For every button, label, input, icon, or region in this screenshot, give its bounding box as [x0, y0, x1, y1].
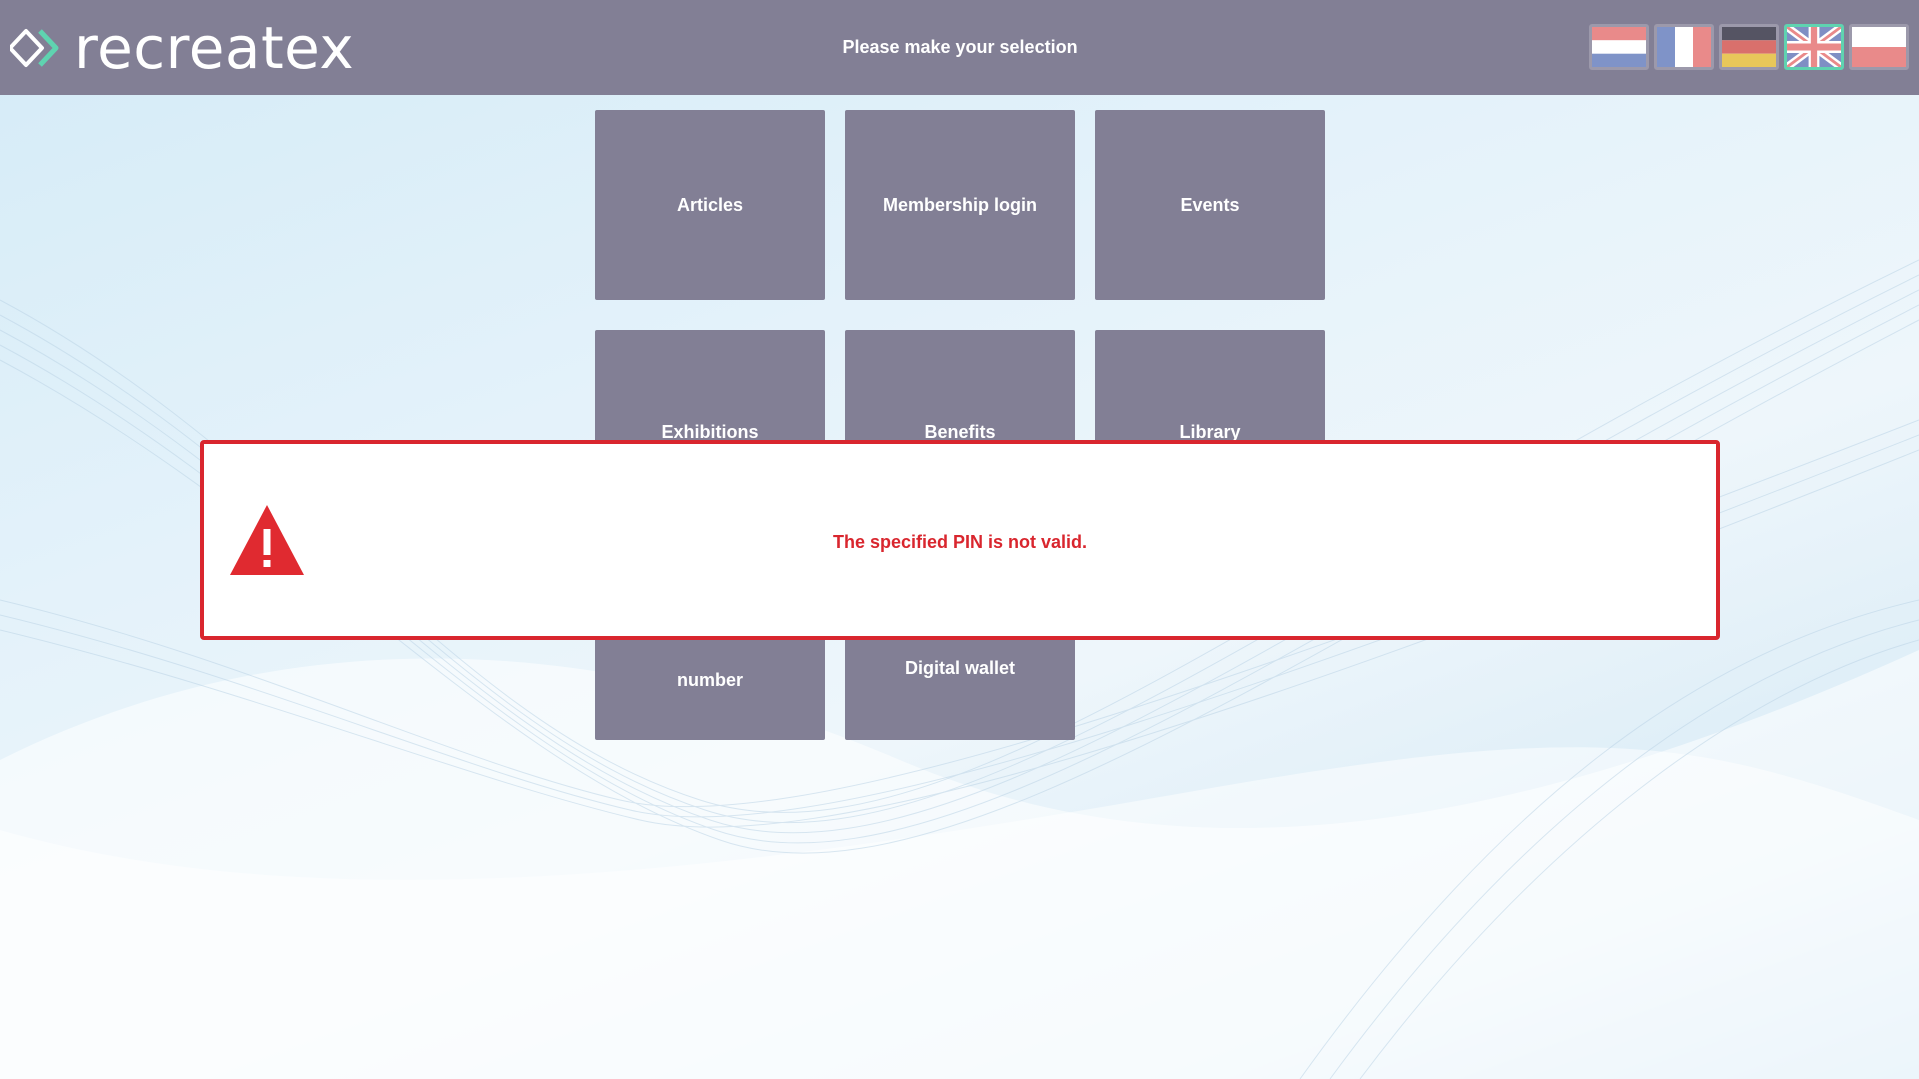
page-title: Please make your selection [842, 37, 1078, 57]
tile-label: Events [1180, 195, 1240, 215]
language-en-button[interactable] [1784, 24, 1844, 70]
top-bar: recreatex Please make your selection [0, 0, 1919, 95]
language-pl-button[interactable] [1849, 24, 1909, 70]
events-tile[interactable]: Events [1095, 110, 1325, 300]
logo-chevron-icon [10, 29, 59, 67]
language-selector [1589, 24, 1909, 70]
flag-uk-icon [1787, 27, 1841, 67]
tile-label: Digital wallet [904, 658, 1016, 678]
flag-germany-icon [1722, 27, 1776, 67]
tile-label: Membership login [882, 195, 1037, 215]
logo: recreatex [10, 18, 354, 78]
alert-message: The specified PIN is not valid. [832, 532, 1088, 552]
tile-label: Articles [676, 195, 744, 215]
flag-france-icon [1657, 27, 1711, 67]
membership-login-tile[interactable]: Membership login [845, 110, 1075, 300]
flag-netherlands-icon [1592, 27, 1646, 67]
language-fr-button[interactable] [1654, 24, 1714, 70]
flag-poland-icon [1852, 27, 1906, 67]
error-alert: The specified PIN is not valid. [200, 440, 1720, 640]
language-nl-button[interactable] [1589, 24, 1649, 70]
logo-text: recreatex [74, 14, 355, 82]
articles-tile[interactable]: Articles [595, 110, 825, 300]
tile-label: number [676, 670, 743, 690]
language-de-button[interactable] [1719, 24, 1779, 70]
